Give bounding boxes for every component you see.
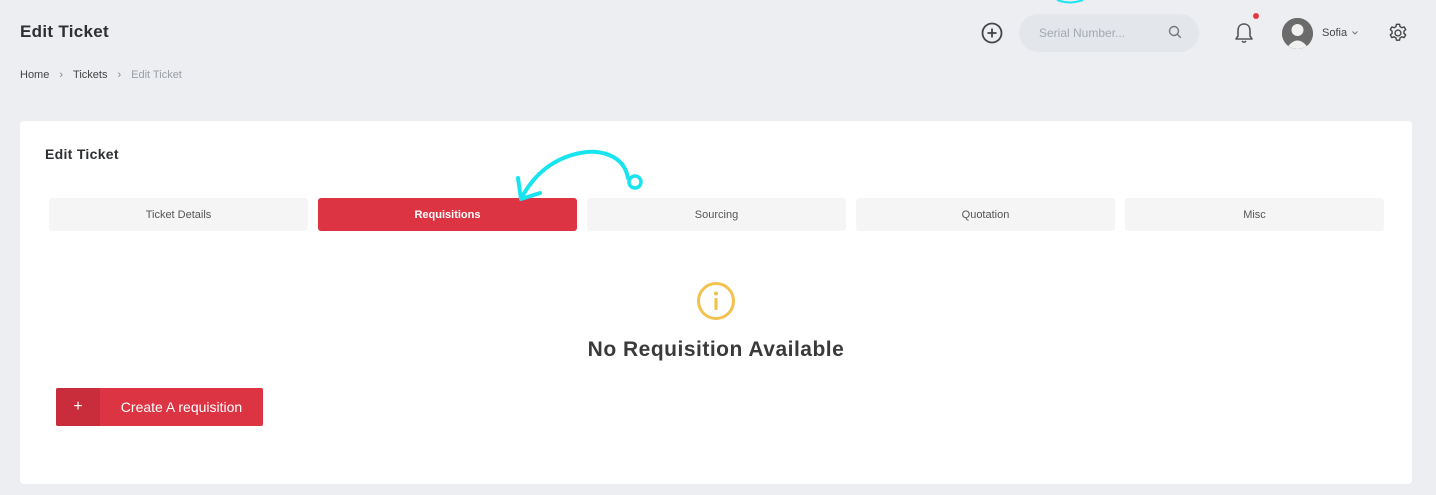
plus-circle-icon[interactable] (980, 21, 1004, 45)
tab-misc[interactable]: Misc (1125, 198, 1384, 231)
edit-ticket-card: Edit Ticket Ticket Details Requisitions … (20, 121, 1412, 484)
create-requisition-label: Create A requisition (120, 399, 243, 415)
card-title: Edit Ticket (45, 146, 119, 162)
user-name[interactable]: Sofia (1322, 27, 1347, 39)
search-input[interactable] (1019, 14, 1169, 52)
info-icon (697, 282, 735, 320)
create-requisition-button[interactable]: + Create A requisition (56, 388, 263, 426)
breadcrumb: Home › Tickets › Edit Ticket (20, 69, 182, 81)
tab-sourcing[interactable]: Sourcing (587, 198, 846, 231)
top-bar: Edit Ticket Sofia (0, 0, 1436, 66)
empty-state-message: No Requisition Available (587, 338, 845, 361)
tab-requisitions[interactable]: Requisitions (318, 198, 577, 231)
chevron-down-icon[interactable] (1351, 29, 1359, 37)
notification-dot (1253, 13, 1259, 19)
breadcrumb-current: Edit Ticket (131, 69, 182, 81)
breadcrumb-tickets[interactable]: Tickets (73, 69, 107, 81)
gear-icon[interactable] (1387, 22, 1409, 44)
tab-quotation[interactable]: Quotation (856, 198, 1115, 231)
avatar[interactable] (1282, 18, 1313, 49)
plus-icon: + (56, 388, 100, 426)
tab-ticket-details[interactable]: Ticket Details (49, 198, 308, 231)
breadcrumb-home[interactable]: Home (20, 69, 49, 81)
bell-icon[interactable] (1233, 21, 1255, 45)
page-title: Edit Ticket (20, 22, 109, 41)
tab-bar: Ticket Details Requisitions Sourcing Quo… (49, 198, 1394, 231)
search-icon[interactable] (1168, 25, 1182, 39)
breadcrumb-separator: › (117, 69, 122, 81)
breadcrumb-separator: › (59, 69, 64, 81)
